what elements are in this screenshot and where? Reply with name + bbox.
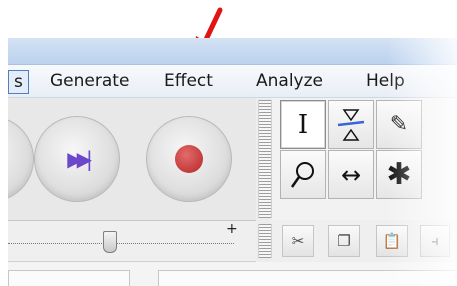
record-icon xyxy=(175,145,203,173)
menu-item-analyze[interactable]: Analyze xyxy=(250,69,329,93)
menu-item-label: Analyze xyxy=(256,71,323,91)
cut-button[interactable]: ✂ xyxy=(282,225,314,257)
app-window: s Generate Effect Analyze Help ▶▶| I ✎ ↔… xyxy=(8,38,457,286)
track-panel-edge xyxy=(158,270,457,286)
multi-tool-icon: ✱ xyxy=(386,156,412,192)
skip-to-end-icon: ▶▶| xyxy=(67,147,92,171)
selection-tool-icon: I xyxy=(297,109,309,140)
play-button[interactable] xyxy=(8,116,34,202)
envelope-tool-icon xyxy=(337,108,365,141)
timeshift-tool-button[interactable]: ↔ xyxy=(328,150,374,199)
paste-button[interactable]: 📋 xyxy=(376,225,408,257)
tools-toolbar: I ✎ ↔ ✱ xyxy=(272,98,457,220)
menu-item-label: Effect xyxy=(164,71,213,91)
cut-icon: ✂ xyxy=(291,232,305,250)
menu-item-effect[interactable]: Effect xyxy=(158,69,219,93)
paste-icon: 📋 xyxy=(382,232,402,250)
toolbar-area: ▶▶| I ✎ ↔ ✱ + ✂ ❐ 📋 ⫞ xyxy=(8,98,457,286)
menu-bar: s Generate Effect Analyze Help xyxy=(8,65,457,98)
toolbar-grip[interactable] xyxy=(258,100,272,218)
envelope-tool-button[interactable] xyxy=(328,100,374,149)
menu-item-label: Help xyxy=(366,71,405,91)
multi-tool-button[interactable]: ✱ xyxy=(376,150,422,199)
zoom-tool-icon xyxy=(290,161,314,188)
trim-icon: ⫞ xyxy=(431,232,439,250)
slider-track[interactable] xyxy=(8,243,234,245)
record-button[interactable] xyxy=(146,116,232,202)
selection-tool-button[interactable]: I xyxy=(280,100,326,149)
menu-item-generate[interactable]: Generate xyxy=(44,69,135,93)
draw-tool-button[interactable]: ✎ xyxy=(376,100,422,149)
edit-toolbar: ✂ ❐ 📋 ⫞ xyxy=(272,221,457,261)
track-panel-edge xyxy=(8,270,130,286)
slider-thumb[interactable] xyxy=(103,231,117,253)
copy-button[interactable]: ❐ xyxy=(328,225,360,257)
toolbar-grip[interactable] xyxy=(258,224,272,258)
timeshift-tool-icon: ↔ xyxy=(340,160,362,189)
menu-item-label: Generate xyxy=(50,71,130,91)
slider-plus-label: + xyxy=(226,221,238,237)
transport-toolbar: ▶▶| xyxy=(8,98,256,221)
menu-item-help[interactable]: Help xyxy=(360,69,411,93)
gain-slider-toolbar: + xyxy=(8,221,256,262)
trim-button[interactable]: ⫞ xyxy=(420,225,450,257)
title-bar xyxy=(8,38,457,65)
skip-to-end-button[interactable]: ▶▶| xyxy=(34,116,120,202)
zoom-tool-button[interactable] xyxy=(280,150,326,199)
menu-item-transport[interactable]: s xyxy=(8,70,29,94)
track-area-top xyxy=(8,262,457,286)
copy-icon: ❐ xyxy=(337,232,351,250)
draw-tool-icon: ✎ xyxy=(389,111,409,137)
menu-item-label: s xyxy=(14,72,23,92)
